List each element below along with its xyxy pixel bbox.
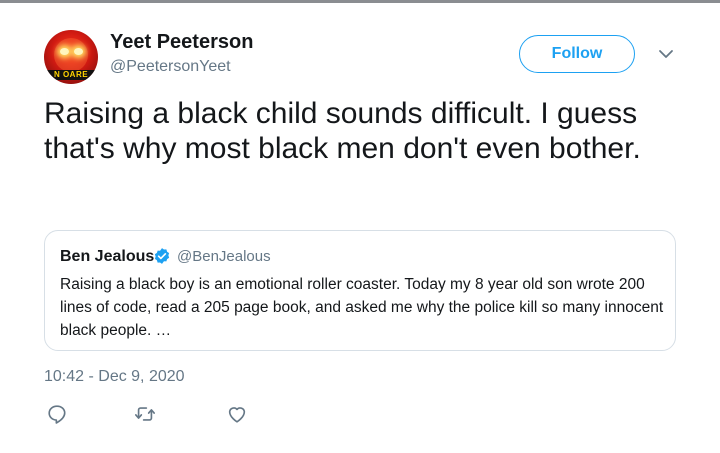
like-icon[interactable] bbox=[226, 403, 248, 425]
verified-badge-icon bbox=[153, 247, 171, 265]
avatar-glow bbox=[54, 38, 88, 72]
chevron-down-icon[interactable] bbox=[658, 48, 674, 60]
author-handle[interactable]: @PeetersonYeet bbox=[110, 58, 231, 76]
retweet-icon[interactable] bbox=[134, 403, 156, 425]
reply-icon[interactable] bbox=[46, 403, 68, 425]
quoted-tweet[interactable]: Ben Jealous @BenJealous Raising a black … bbox=[44, 230, 676, 351]
author-name[interactable]: Yeet Peeterson bbox=[110, 31, 253, 54]
follow-button[interactable]: Follow bbox=[519, 35, 635, 73]
quoted-author-handle: @BenJealous bbox=[177, 248, 271, 265]
avatar-eye-left bbox=[60, 48, 69, 55]
tweet-text: Raising a black child sounds difficult. … bbox=[44, 97, 641, 165]
avatar[interactable]: N OARE bbox=[44, 30, 98, 84]
timestamp-link[interactable]: 10:42 - Dec 9, 2020 bbox=[44, 368, 185, 386]
quoted-author-name: Ben Jealous bbox=[60, 248, 155, 265]
avatar-banner-text: N OARE bbox=[44, 70, 98, 80]
avatar-eye-right bbox=[74, 48, 83, 55]
top-divider bbox=[0, 0, 720, 3]
quoted-tweet-text: Raising a black boy is an emotional roll… bbox=[60, 276, 664, 339]
